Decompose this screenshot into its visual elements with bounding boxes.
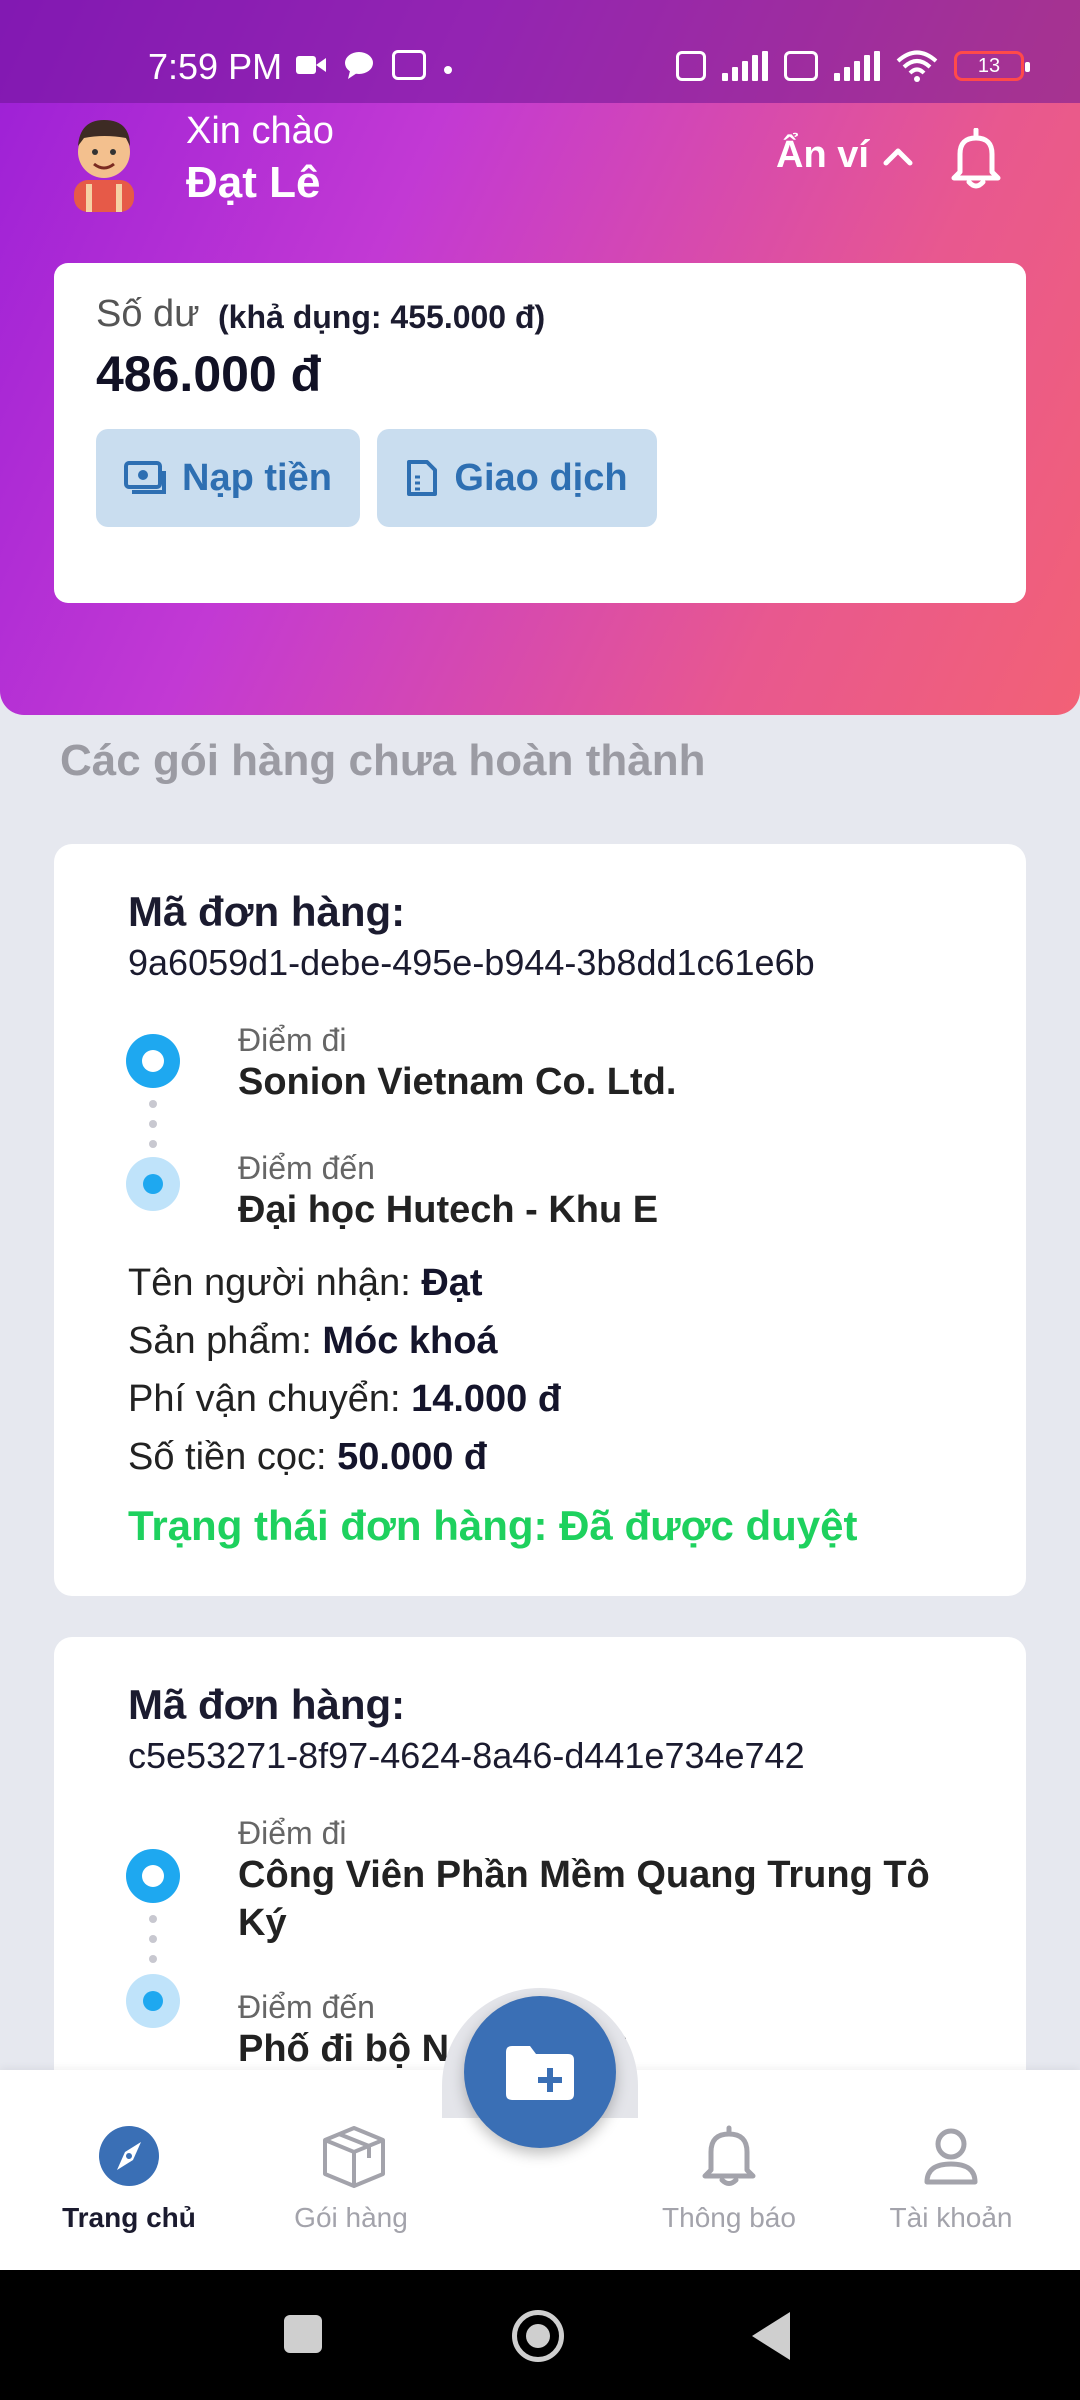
receipt-icon bbox=[407, 460, 438, 496]
destination-value: Đại học Hutech - Khu E bbox=[238, 1189, 659, 1231]
wifi-icon bbox=[896, 50, 938, 82]
nfc-icon bbox=[676, 51, 706, 81]
back-icon[interactable] bbox=[752, 2312, 790, 2360]
order-id-label: Mã đơn hàng: bbox=[128, 1681, 406, 1728]
nav-home-label: Trang chủ bbox=[62, 2202, 196, 2233]
origin-value: Công Viên Phần Mềm Quang Trung Tô Ký bbox=[238, 1854, 930, 1944]
transactions-label: Giao dịch bbox=[454, 456, 628, 499]
order-id: 9a6059d1-debe-495e-b944-3b8dd1c61e6b bbox=[128, 942, 815, 983]
bell-icon bbox=[697, 2124, 761, 2188]
status-system-icons: 13 bbox=[676, 50, 1030, 82]
destination-pin-icon bbox=[126, 1157, 180, 1211]
shipping-fee-label: Phí vận chuyển: bbox=[128, 1378, 401, 1420]
user-icon bbox=[919, 2124, 983, 2188]
order-status: Trạng thái đơn hàng: Đã được duyệt bbox=[128, 1502, 858, 1549]
money-icon bbox=[124, 461, 167, 494]
recents-icon[interactable] bbox=[284, 2315, 322, 2353]
deposit-value: 50.000 đ bbox=[337, 1436, 488, 1478]
topup-label: Nạp tiền bbox=[182, 456, 332, 499]
username: Đạt Lê bbox=[186, 158, 321, 207]
route-dots bbox=[149, 1100, 157, 1160]
add-package-button[interactable] bbox=[464, 1996, 616, 2148]
system-navigation-bar bbox=[0, 2270, 1080, 2400]
product-row: Sản phẩm: Móc khoá bbox=[128, 1320, 498, 1363]
screen-icon bbox=[392, 50, 426, 80]
section-title: Các gói hàng chưa hoàn thành bbox=[60, 736, 706, 785]
available-balance: (khả dụng: 455.000 đ) bbox=[218, 299, 546, 335]
origin-pin-icon bbox=[126, 1034, 180, 1088]
origin-label: Điểm đi bbox=[238, 1022, 347, 1058]
nav-packages-label: Gói hàng bbox=[294, 2202, 408, 2233]
nav-notifications[interactable]: Thông báo bbox=[634, 2124, 824, 2234]
product-value: Móc khoá bbox=[322, 1320, 498, 1362]
receiver-label: Tên người nhận: bbox=[128, 1262, 411, 1304]
origin-value: Sonion Vietnam Co. Ltd. bbox=[238, 1061, 677, 1103]
order-card[interactable]: Mã đơn hàng: 9a6059d1-debe-495e-b944-3b8… bbox=[54, 844, 1026, 1596]
nav-account-label: Tài khoản bbox=[889, 2202, 1013, 2233]
greeting-text: Xin chào bbox=[186, 110, 334, 152]
video-icon bbox=[296, 56, 326, 74]
deposit-label: Số tiền cọc: bbox=[128, 1436, 327, 1478]
product-label: Sản phẩm: bbox=[128, 1320, 312, 1362]
deposit-row: Số tiền cọc: 50.000 đ bbox=[128, 1436, 487, 1479]
destination-value-start: Phố đi bộ Ng bbox=[238, 2028, 473, 2070]
route-dots bbox=[149, 1915, 157, 1975]
shipping-fee-row: Phí vận chuyển: 14.000 đ bbox=[128, 1378, 561, 1421]
receiver-row: Tên người nhận: Đạt bbox=[128, 1262, 483, 1305]
origin-pin-icon bbox=[126, 1849, 180, 1903]
nav-account[interactable]: Tài khoản bbox=[856, 2124, 1046, 2234]
wallet-card: Số dư (khả dụng: 455.000 đ) 486.000 đ Nạ… bbox=[54, 263, 1026, 603]
balance-amount: 486.000 đ bbox=[96, 346, 322, 402]
folder-add-icon bbox=[506, 2046, 574, 2100]
signal-icon bbox=[834, 51, 880, 81]
origin-label: Điểm đi bbox=[238, 1815, 347, 1851]
topup-button[interactable]: Nạp tiền bbox=[96, 429, 360, 527]
home-icon[interactable] bbox=[512, 2310, 564, 2362]
destination-label: Điểm đến bbox=[238, 1150, 375, 1186]
signal-icon bbox=[722, 51, 768, 81]
status-bar: 7:59 PM 13 bbox=[0, 0, 1080, 103]
compass-icon bbox=[97, 2124, 161, 2188]
battery-icon: 13 bbox=[954, 51, 1030, 81]
chat-icon bbox=[345, 52, 373, 79]
nav-notifications-label: Thông báo bbox=[662, 2202, 796, 2233]
avatar bbox=[74, 120, 134, 212]
nav-packages[interactable]: Gói hàng bbox=[256, 2124, 446, 2234]
status-notification-icons bbox=[296, 50, 452, 80]
status-time: 7:59 PM bbox=[148, 46, 283, 87]
destination-label: Điểm đến bbox=[238, 1989, 375, 2025]
nav-home[interactable]: Trang chủ bbox=[34, 2124, 224, 2234]
volte-icon bbox=[784, 51, 818, 81]
transactions-button[interactable]: Giao dịch bbox=[377, 429, 657, 527]
package-icon bbox=[319, 2124, 385, 2188]
receiver-value: Đạt bbox=[421, 1262, 483, 1304]
shipping-fee-value: 14.000 đ bbox=[411, 1378, 562, 1420]
order-id-label: Mã đơn hàng: bbox=[128, 888, 406, 935]
order-id: c5e53271-8f97-4624-8a46-d441e734e742 bbox=[128, 1735, 805, 1776]
bell-icon[interactable] bbox=[948, 128, 1004, 190]
destination-pin-icon bbox=[126, 1974, 180, 2028]
balance-label: Số dư bbox=[96, 293, 200, 335]
hide-wallet-label: Ẩn ví bbox=[776, 134, 869, 176]
more-notifications-icon bbox=[444, 66, 452, 74]
hide-wallet-toggle[interactable]: Ẩn ví bbox=[776, 134, 913, 177]
chevron-up-icon bbox=[883, 148, 913, 165]
